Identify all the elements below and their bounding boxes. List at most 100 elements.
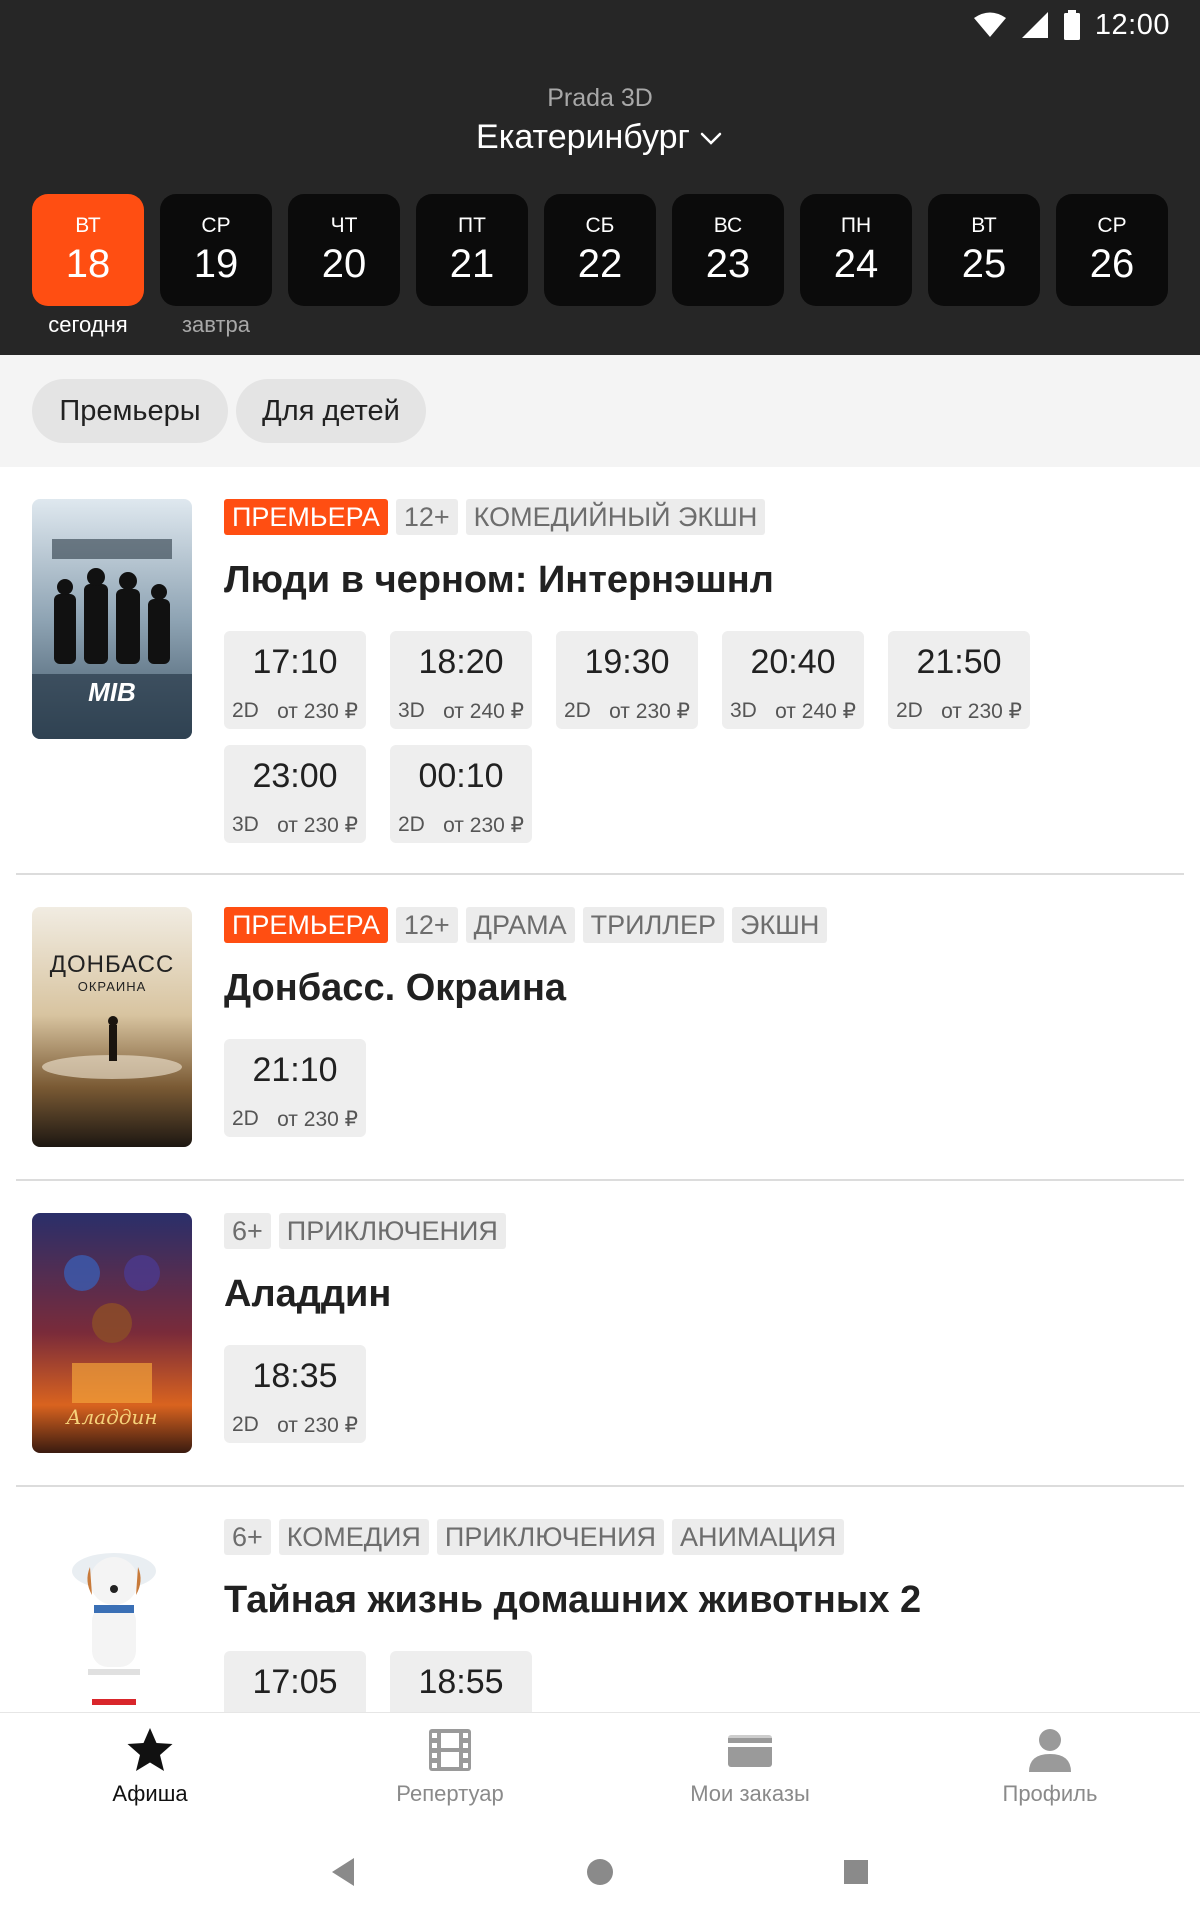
- nav-label: Репертуар: [396, 1781, 504, 1806]
- show-time: 21:10: [252, 1051, 338, 1089]
- date-strip: ВТ 18 сегодня СР 19 завтра ЧТ 20 ПТ 21 СБ 22 …: [32, 194, 1172, 344]
- show-time: 19:30: [584, 643, 670, 681]
- show-time: 18:20: [418, 643, 504, 681]
- tag-genre: АНИМАЦИЯ: [671, 1519, 845, 1555]
- date-dow: ВТ: [971, 213, 997, 237]
- user-icon: [1029, 1729, 1071, 1772]
- nav-label: Профиль: [1002, 1781, 1098, 1806]
- show-price: от 230 ₽: [277, 814, 358, 837]
- show-format: 3D: [398, 699, 425, 722]
- tag-age: 6+: [224, 1519, 271, 1555]
- date-item-25[interactable]: ВТ 25: [928, 194, 1040, 306]
- movie-card[interactable]: Аладдин 6+ ПРИКЛЮЧЕНИЯ Аладдин 18:35 2D …: [0, 1181, 1200, 1487]
- movie-card[interactable]: ДОНБАСС ОКРАИНА ПРЕМЬЕРА 12+ ДРАМА ТРИЛЛ…: [0, 875, 1200, 1181]
- date-num: 25: [961, 241, 1007, 286]
- nav-label: Мои заказы: [690, 1781, 810, 1806]
- show-price: от 230 ₽: [941, 700, 1022, 723]
- tag-age: 12+: [395, 499, 458, 535]
- date-item-21[interactable]: ПТ 21: [416, 194, 528, 306]
- poster-image: [32, 907, 192, 1147]
- date-dow: ВТ: [75, 213, 101, 237]
- showtime-button[interactable]: 18:20 3D от 240 ₽: [390, 631, 532, 729]
- show-price: от 230 ₽: [609, 700, 690, 723]
- nav-profile[interactable]: Профиль: [900, 1725, 1200, 1815]
- movie-title[interactable]: Донбасс. Окраина: [224, 967, 566, 1010]
- home-icon[interactable]: [578, 1850, 622, 1894]
- filter-chip-kids[interactable]: Для детей: [236, 379, 426, 443]
- date-item-18[interactable]: ВТ 18 сегодня: [32, 194, 144, 337]
- show-time: 18:35: [252, 1357, 338, 1395]
- showtime-button[interactable]: 21:10 2D от 230 ₽: [224, 1039, 366, 1137]
- date-item-22[interactable]: СБ 22: [544, 194, 656, 306]
- show-time: 00:10: [418, 757, 504, 795]
- show-format: 3D: [730, 699, 757, 722]
- status-bar: 12:00: [973, 0, 1200, 50]
- movie-poster[interactable]: Аладдин: [32, 1213, 192, 1453]
- nav-orders[interactable]: Мои заказы: [600, 1725, 900, 1815]
- date-num: 26: [1089, 241, 1135, 286]
- date-item-24[interactable]: ПН 24: [800, 194, 912, 306]
- show-time: 23:00: [252, 757, 338, 795]
- poster-title: ДОНБАСС: [49, 951, 175, 978]
- date-sub: завтра: [181, 312, 251, 337]
- show-time: 20:40: [750, 643, 836, 681]
- city-selector[interactable]: Екатеринбург: [0, 118, 1200, 157]
- movie-title[interactable]: Люди в черном: Интернэшнл: [224, 559, 774, 602]
- movie-card[interactable]: MIB ПРЕМЬЕРА 12+ КОМЕДИЙНЫЙ ЭКШН Люди в …: [0, 467, 1200, 875]
- recents-icon[interactable]: [834, 1850, 878, 1894]
- movie-tags: 6+ КОМЕДИЯ ПРИКЛЮЧЕНИЯ АНИМАЦИЯ: [224, 1519, 845, 1555]
- showtime-button[interactable]: 18:35 2D от 230 ₽: [224, 1345, 366, 1443]
- show-price: от 240 ₽: [443, 700, 524, 723]
- movie-poster[interactable]: [32, 1519, 192, 1712]
- movie-tags: 6+ ПРИКЛЮЧЕНИЯ: [224, 1213, 506, 1249]
- show-price: от 230 ₽: [277, 700, 358, 723]
- date-item-19[interactable]: СР 19 завтра: [160, 194, 272, 337]
- showtime-button[interactable]: 20:40 3D от 240 ₽: [722, 631, 864, 729]
- poster-title: Аладдин: [66, 1405, 158, 1429]
- show-time: 18:55: [418, 1663, 504, 1701]
- movie-card[interactable]: 6+ КОМЕДИЯ ПРИКЛЮЧЕНИЯ АНИМАЦИЯ Тайная ж…: [0, 1487, 1200, 1712]
- app-header: 12:00 Prada 3D Екатеринбург ВТ 18 сегодня…: [0, 0, 1200, 355]
- date-num: 18: [65, 241, 111, 286]
- show-price: от 230 ₽: [443, 814, 524, 837]
- date-dow: СБ: [585, 213, 615, 237]
- movie-title[interactable]: Аладдин: [224, 1273, 391, 1316]
- date-item-20[interactable]: ЧТ 20: [288, 194, 400, 306]
- city-name: Екатеринбург: [476, 118, 690, 156]
- back-icon[interactable]: [322, 1850, 366, 1894]
- showtime-button[interactable]: 23:00 3D от 230 ₽: [224, 745, 366, 843]
- movie-title[interactable]: Тайная жизнь домашних животных 2: [224, 1579, 921, 1622]
- show-format: 2D: [564, 699, 591, 722]
- date-item-23[interactable]: ВС 23: [672, 194, 784, 306]
- date-dow: ПТ: [458, 213, 486, 237]
- show-format: 2D: [896, 699, 923, 722]
- tag-genre: ПРИКЛЮЧЕНИЯ: [278, 1213, 506, 1249]
- filter-chip-premieres[interactable]: Премьеры: [32, 379, 228, 443]
- showtime-button[interactable]: 00:10 2D от 230 ₽: [390, 745, 532, 843]
- status-time: 12:00: [1094, 8, 1170, 41]
- date-num: 24: [833, 241, 879, 286]
- showtime-button[interactable]: 17:05: [224, 1651, 366, 1712]
- date-num: 21: [449, 241, 495, 286]
- showtime-button[interactable]: 19:30 2D от 230 ₽: [556, 631, 698, 729]
- showtime-button[interactable]: 21:50 2D от 230 ₽: [888, 631, 1030, 729]
- nav-afisha[interactable]: Афиша: [0, 1725, 300, 1815]
- nav-repertoire[interactable]: Репертуар: [300, 1725, 600, 1815]
- movie-tags: ПРЕМЬЕРА 12+ КОМЕДИЙНЫЙ ЭКШН: [224, 499, 766, 535]
- poster-title: MIB: [88, 677, 136, 707]
- date-dow: СР: [201, 213, 231, 237]
- showtime-button[interactable]: 18:55: [390, 1651, 532, 1712]
- show-price: от 230 ₽: [277, 1414, 358, 1437]
- movie-tags: ПРЕМЬЕРА 12+ ДРАМА ТРИЛЛЕР ЭКШН: [224, 907, 828, 943]
- date-num: 19: [193, 241, 239, 286]
- show-format: 2D: [232, 1413, 259, 1436]
- date-dow: ВС: [713, 213, 743, 237]
- show-price: от 230 ₽: [277, 1108, 358, 1131]
- tag-genre: ПРИКЛЮЧЕНИЯ: [436, 1519, 664, 1555]
- showtime-button[interactable]: 17:10 2D от 230 ₽: [224, 631, 366, 729]
- date-dow: СР: [1097, 213, 1127, 237]
- movie-poster[interactable]: ДОНБАСС ОКРАИНА: [32, 907, 192, 1147]
- poster-subtitle: ОКРАИНА: [77, 979, 147, 994]
- date-item-26[interactable]: СР 26: [1056, 194, 1168, 306]
- movie-poster[interactable]: MIB: [32, 499, 192, 739]
